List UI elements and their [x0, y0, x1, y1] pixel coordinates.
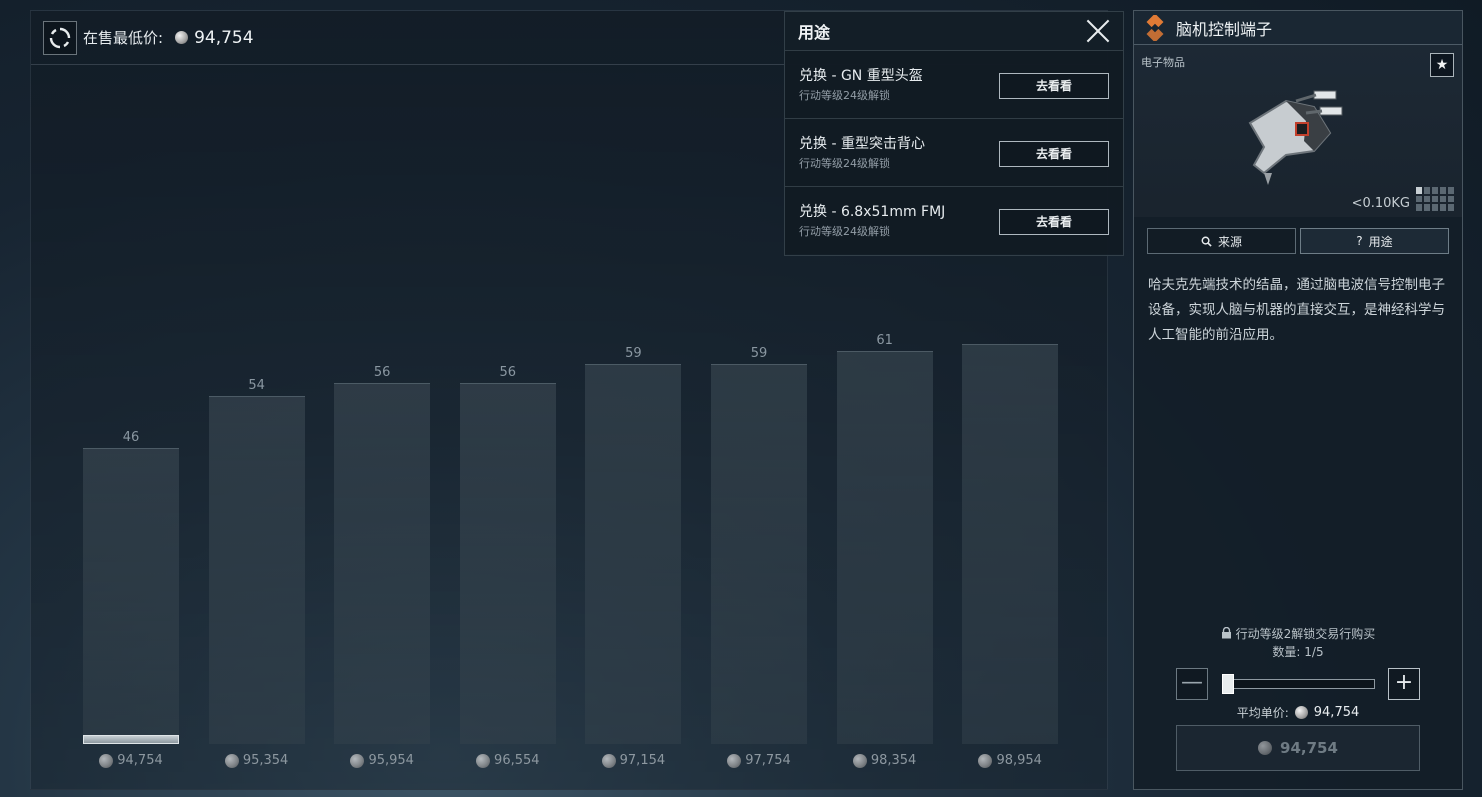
buy-button[interactable]: 94,754: [1176, 725, 1420, 771]
item-category: 电子物品: [1141, 56, 1185, 69]
bar-count-label: 46: [122, 430, 140, 445]
usage-item-requirement: 行动等级24级解锁: [799, 225, 890, 238]
bar-count-label: 56: [373, 365, 391, 380]
item-detail-panel: 脑机控制端子 电子物品 ★ <0.10KG 来源 ? 用途 哈夫克先端技术的结晶…: [1133, 10, 1463, 790]
tab-usage[interactable]: ? 用途: [1300, 228, 1449, 254]
lowest-price-value: 94,754: [194, 27, 254, 48]
tab-source-label: 来源: [1217, 234, 1242, 249]
search-icon: [1201, 236, 1212, 247]
item-name: 脑机控制端子: [1176, 19, 1273, 39]
quantity-slider-handle[interactable]: [1222, 674, 1234, 694]
close-icon[interactable]: [1085, 18, 1111, 44]
avg-price-value: 94,754: [1313, 705, 1360, 720]
item-image-area: 电子物品 ★ <0.10KG: [1134, 45, 1462, 217]
silver-coin-icon: [852, 753, 867, 768]
price-bar[interactable]: [962, 344, 1059, 744]
favorite-button[interactable]: ★: [1430, 53, 1454, 77]
item-weight: <0.10KG: [1351, 196, 1410, 211]
usage-popup: 用途 兑换 - GN 重型头盔 行动等级24级解锁 去看看 兑换 - 重型突击背…: [784, 11, 1124, 256]
price-tick-value: 97,154: [619, 753, 666, 768]
bar-count-label: 59: [625, 346, 642, 361]
usage-item-name: 兑换 - 重型突击背心: [799, 136, 925, 152]
price-tick-value: 95,954: [368, 753, 414, 768]
price-tick-label: 95,954: [334, 753, 430, 768]
price-bar[interactable]: [711, 364, 807, 744]
silver-coin-icon: [476, 753, 491, 768]
bar-count-label: 61: [876, 333, 893, 348]
go-view-button[interactable]: 去看看: [999, 73, 1109, 99]
usage-title: 用途: [798, 23, 831, 42]
price-tick-value: 95,354: [242, 753, 289, 768]
bar-count-label: 59: [750, 346, 768, 361]
refresh-icon: [49, 27, 71, 48]
increase-quantity-button[interactable]: +: [1388, 668, 1420, 700]
price-tick-value: 98,954: [996, 753, 1042, 768]
price-tick-label: 97,754: [711, 753, 807, 768]
silver-coin-icon: [1294, 706, 1308, 719]
go-view-button[interactable]: 去看看: [999, 209, 1109, 235]
silver-coin-icon: [601, 753, 616, 768]
price-bar[interactable]: [836, 351, 933, 744]
price-tick-value: 98,354: [870, 753, 917, 768]
usage-item-name: 兑换 - GN 重型头盔: [799, 68, 923, 84]
price-tick-label: 98,954: [962, 753, 1058, 768]
usage-item: 兑换 - 6.8x51mm FMJ 行动等级24级解锁 去看看: [785, 186, 1123, 254]
tab-usage-label: 用途: [1368, 234, 1393, 249]
item-tabs: 来源 ? 用途: [1147, 228, 1449, 254]
price-tick-label: 94,754: [83, 753, 179, 768]
lowest-price-label: 在售最低价:: [83, 29, 164, 47]
bar-count-label: 56: [499, 365, 517, 380]
price-bar[interactable]: [459, 383, 556, 744]
buy-price: 94,754: [1280, 739, 1338, 757]
item-description: 哈夫克先端技术的结晶，通过脑电波信号控制电子设备，实现人脑与机器的直接交互，是神…: [1148, 277, 1445, 343]
price-bar[interactable]: [585, 364, 682, 744]
price-tick-value: 96,554: [494, 753, 540, 768]
brain-interface-terminal-image: [1248, 90, 1343, 185]
price-tick-label: 97,154: [585, 753, 681, 768]
silver-coin-icon: [224, 753, 239, 768]
quantity-slider[interactable]: [1222, 679, 1375, 689]
price-bar[interactable]: [208, 396, 305, 744]
item-size-grid-icon: [1416, 187, 1454, 211]
usage-item: 兑换 - 重型突击背心 行动等级24级解锁 去看看: [785, 118, 1123, 186]
price-tick-label: 98,354: [837, 753, 933, 768]
item-title-bar: 脑机控制端子: [1134, 11, 1462, 45]
decrease-quantity-button[interactable]: —: [1176, 668, 1208, 700]
unlock-requirement: 行动等级2解锁交易行购买: [1134, 625, 1462, 642]
item-rarity-icon: [1146, 14, 1164, 41]
usage-item-requirement: 行动等级24级解锁: [799, 89, 890, 102]
usage-title-bar: 用途: [785, 12, 1123, 50]
price-bar[interactable]: [83, 448, 179, 744]
silver-coin-icon: [978, 753, 993, 768]
price-tick-label: 95,354: [209, 753, 305, 768]
tab-source[interactable]: 来源: [1147, 228, 1296, 254]
usage-item: 兑换 - GN 重型头盔 行动等级24级解锁 去看看: [785, 50, 1123, 118]
price-bar[interactable]: [334, 383, 431, 744]
usage-item-requirement: 行动等级24级解锁: [799, 157, 890, 170]
silver-coin-icon: [727, 753, 742, 768]
silver-coin-icon: [1258, 741, 1273, 755]
bar-count-label: 54: [248, 378, 265, 393]
silver-coin-icon: [175, 31, 189, 44]
usage-item-name: 兑换 - 6.8x51mm FMJ: [799, 204, 946, 220]
quantity-text: 数量: 1/5: [1272, 645, 1324, 659]
average-unit-price: 平均单价: 94,754: [1134, 704, 1462, 721]
go-view-button[interactable]: 去看看: [999, 141, 1109, 167]
question-icon: ?: [1356, 234, 1363, 248]
selected-price-indicator: [83, 735, 179, 744]
price-tick-label: 96,554: [460, 753, 556, 768]
lock-icon: [1221, 626, 1231, 639]
lock-text: 行动等级2解锁交易行购买: [1235, 627, 1376, 641]
silver-coin-icon: [99, 753, 114, 768]
price-tick-value: 97,754: [745, 753, 791, 768]
price-tick-value: 94,754: [117, 753, 163, 768]
avg-price-label: 平均单价:: [1236, 706, 1289, 720]
silver-coin-icon: [350, 753, 365, 768]
refresh-button[interactable]: [43, 20, 77, 55]
